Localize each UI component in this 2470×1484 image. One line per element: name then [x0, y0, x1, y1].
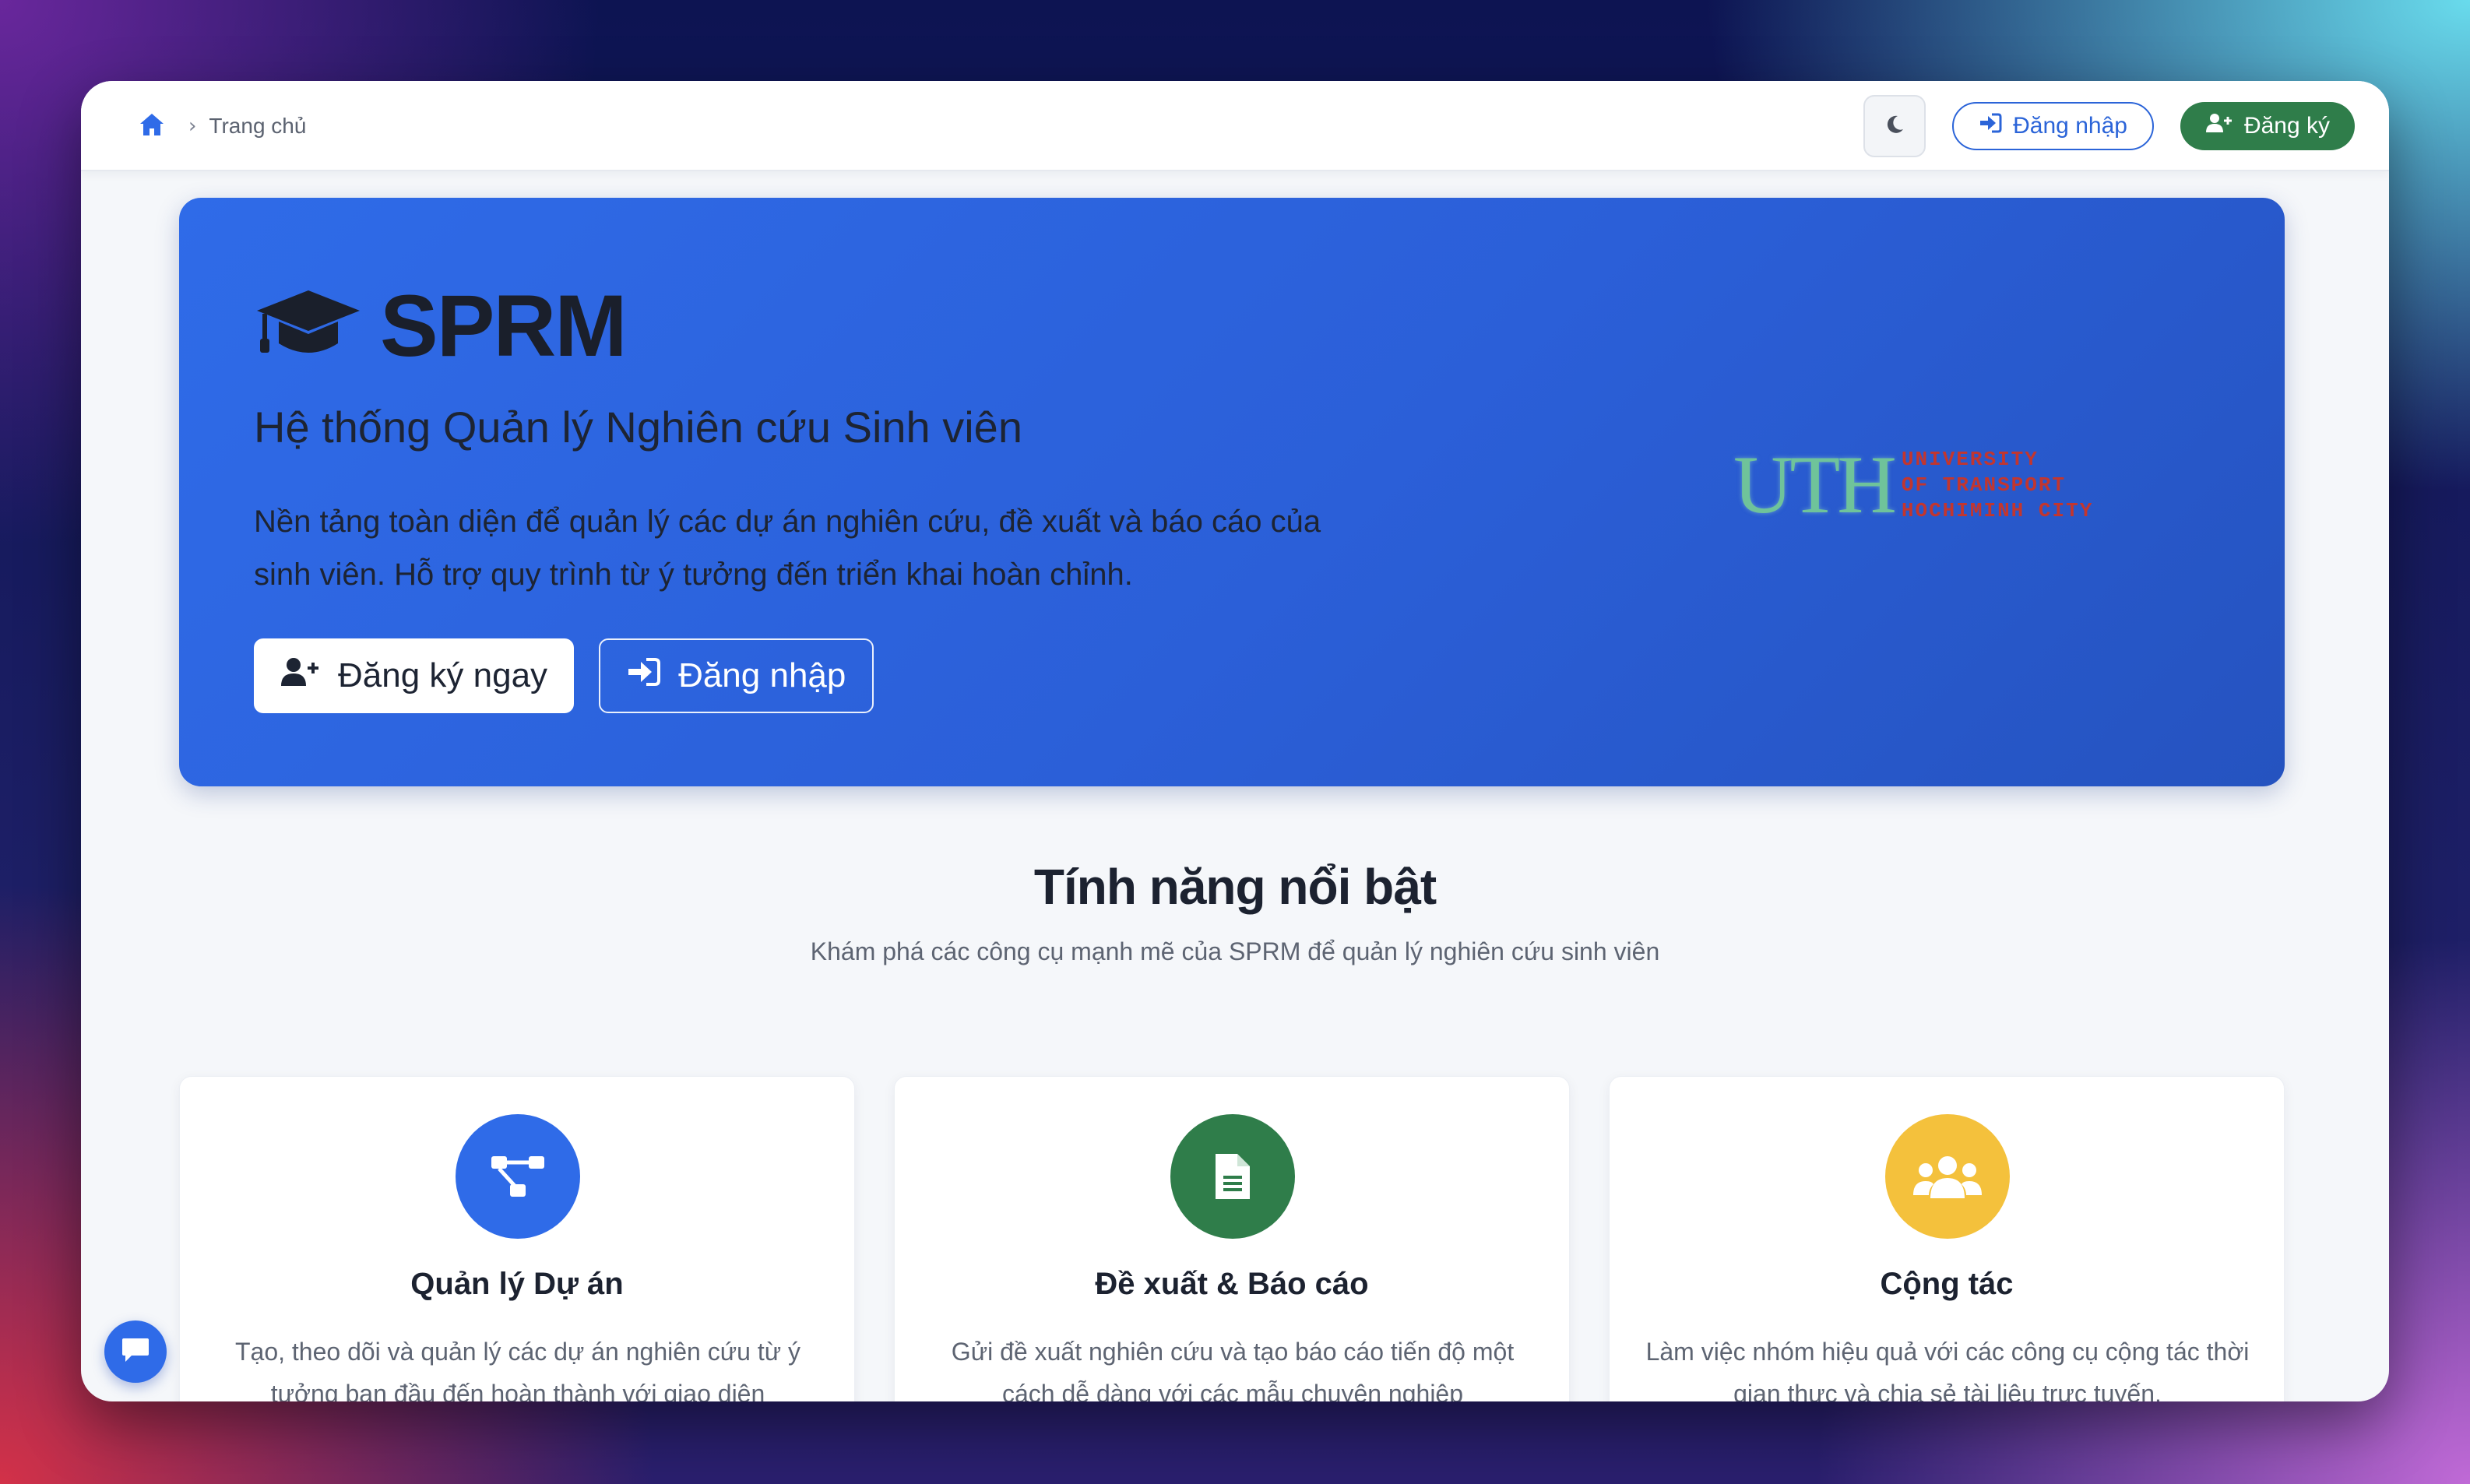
uth-logo-line2: OF TRANSPORT	[1901, 473, 2067, 497]
chat-icon	[121, 1337, 150, 1366]
header-login-label: Đăng nhập	[2013, 113, 2127, 139]
brand: SPRM	[254, 276, 628, 376]
feature-card-proposals: Đề xuất & Báo cáo Gửi đề xuất nghiên cứu…	[894, 1076, 1570, 1401]
project-diagram-icon	[456, 1114, 580, 1239]
register-now-label: Đăng ký ngay	[338, 656, 548, 695]
uth-logo-mark: UTH	[1733, 439, 1897, 530]
hero-login-label: Đăng nhập	[678, 656, 846, 695]
sign-in-icon	[1979, 112, 2002, 140]
theme-toggle-button[interactable]	[1863, 95, 1926, 157]
register-now-button[interactable]: Đăng ký ngay	[254, 638, 575, 713]
feature-card-text: Làm việc nhóm hiệu quả với các công cụ c…	[1645, 1338, 2250, 1401]
home-icon[interactable]	[139, 112, 165, 140]
feature-card-text: Tạo, theo dõi và quản lý các dự án nghiê…	[234, 1338, 801, 1401]
features-subtitle: Khám phá các công cụ mạnh mẽ của SPRM để…	[810, 937, 1660, 965]
uth-logo-line3: HOCHIMINH CITY	[1901, 498, 2094, 522]
hero-description: Nền tảng toàn diện để quản lý các dự án …	[254, 505, 1321, 592]
feature-card-collaboration: Cộng tác Làm việc nhóm hiệu quả với các …	[1609, 1076, 2285, 1401]
header-actions: Đăng nhập Đăng ký	[1863, 95, 2355, 157]
feature-card-projects: Quản lý Dự án Tạo, theo dõi và quản lý c…	[179, 1076, 855, 1401]
breadcrumb-current: Trang chủ	[209, 114, 307, 138]
hero-actions: Đăng ký ngay Đăng nhập	[254, 638, 874, 713]
brand-title: SPRM	[380, 277, 628, 375]
chevron-right-icon: ›	[188, 114, 197, 138]
uth-logo-line1: UNIVERSITY	[1901, 447, 2039, 471]
features-title: Tính năng nổi bật	[1033, 859, 1437, 915]
header-register-label: Đăng ký	[2243, 113, 2330, 139]
graduation-cap-icon	[254, 286, 363, 367]
uth-logo: UTH UNIVERSITY OF TRANSPORT HOCHIMINH CI…	[1733, 444, 2093, 526]
top-navbar: › Trang chủ Đăng nhập Đăng ký	[81, 81, 2389, 171]
document-icon	[1170, 1114, 1295, 1239]
hero-subtitle: Hệ thống Quản lý Nghiên cứu Sinh viên	[254, 403, 1022, 452]
feature-card-title: Cộng tác	[1880, 1267, 2014, 1301]
user-plus-icon	[2205, 112, 2233, 140]
hero-banner: SPRM Hệ thống Quản lý Nghiên cứu Sinh vi…	[179, 198, 2285, 786]
feature-card-text: Gửi đề xuất nghiên cứu và tạo báo cáo ti…	[951, 1338, 1515, 1401]
chat-button[interactable]	[104, 1320, 167, 1383]
uth-logo-text: UNIVERSITY OF TRANSPORT HOCHIMINH CITY	[1902, 447, 2093, 524]
users-icon	[1885, 1114, 2010, 1239]
sign-in-icon	[627, 656, 661, 696]
feature-card-title: Đề xuất & Báo cáo	[1095, 1267, 1369, 1301]
header-register-button[interactable]: Đăng ký	[2180, 102, 2355, 150]
hero-login-button[interactable]: Đăng nhập	[599, 638, 874, 713]
breadcrumb: › Trang chủ	[139, 111, 306, 142]
moon-icon	[1884, 114, 1905, 139]
app-window: › Trang chủ Đăng nhập Đăng ký SPRM Hệ th…	[81, 81, 2389, 1401]
user-plus-icon	[280, 656, 321, 696]
feature-card-title: Quản lý Dự án	[410, 1267, 624, 1301]
header-login-button[interactable]: Đăng nhập	[1952, 102, 2154, 150]
